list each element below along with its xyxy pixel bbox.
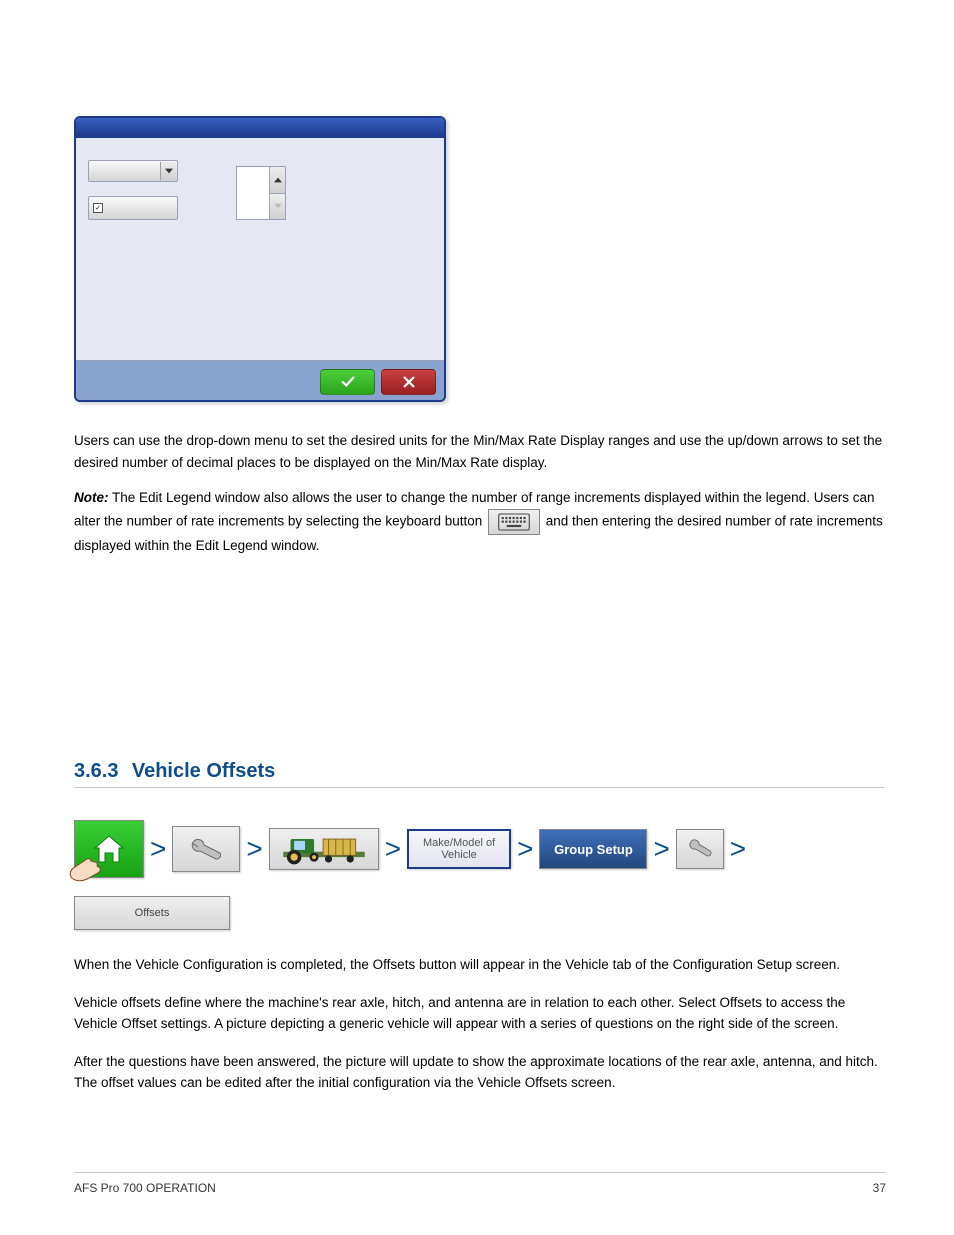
vehicle-model-tile[interactable]: Make/Model of Vehicle [407,829,511,869]
cancel-button[interactable] [381,369,436,395]
offsets-tile[interactable]: Offsets [74,896,230,930]
breadcrumb-separator: > [653,835,669,863]
section-header: 3.6.3 Vehicle Offsets [74,760,884,788]
dialog-body: ✓ [76,138,444,360]
breadcrumb-separator: > [150,835,166,863]
vehicle-tile[interactable] [269,828,379,870]
breadcrumb-separator: > [246,835,262,863]
chevron-down-icon [160,162,176,180]
tractor-icon [271,830,377,868]
section-number: 3.6.3 [74,760,118,782]
body-text: After the questions have been answered, … [74,1051,884,1094]
paragraph-block-2: When the Vehicle Configuration is comple… [74,954,884,1110]
body-text: Vehicle offsets define where the machine… [74,992,884,1035]
nav-breadcrumb: > > > Make/Model of Vehicle [74,820,884,930]
keyboard-icon [488,509,540,535]
ok-button[interactable] [320,369,375,395]
section-rule [74,787,884,788]
edit-legend-dialog: ✓ [74,116,446,402]
body-text: When the Vehicle Configuration is comple… [74,954,884,976]
home-button[interactable] [74,820,144,878]
checkbox-icon: ✓ [93,203,103,213]
group-setup-label: Group Setup [554,842,633,857]
settings-tile[interactable] [676,829,724,869]
dialog-titlebar [76,118,444,138]
vehicle-label-line1: Make/Model of [423,837,495,849]
note-text: Note: The Edit Legend window also allows… [74,487,884,556]
footer-doc-title: AFS Pro 700 OPERATION [74,1181,216,1195]
spinner-down-button[interactable] [270,193,285,220]
legend-checkbox[interactable]: ✓ [88,196,178,220]
breadcrumb-separator: > [385,835,401,863]
wrench-icon [186,837,226,861]
section-title: Vehicle Offsets [132,760,275,782]
dialog-footer [76,360,444,402]
footer-page-number: 37 [873,1181,886,1195]
breadcrumb-separator: > [730,835,746,863]
toolbox-button[interactable] [172,826,240,872]
paragraph-block-1: Users can use the drop-down menu to set … [74,430,884,570]
vehicle-label-line2: Vehicle [441,849,476,861]
group-setup-tile[interactable]: Group Setup [539,829,647,869]
breadcrumb-separator: > [517,835,533,863]
body-text: Users can use the drop-down menu to set … [74,430,884,473]
wrench-icon [686,839,714,859]
units-dropdown[interactable] [88,160,178,182]
decimals-spinner [236,166,286,220]
spinner-value[interactable] [237,167,269,219]
note-label: Note: [74,490,109,505]
spinner-up-button[interactable] [270,167,285,193]
pointing-hand-icon [65,849,105,883]
offsets-label: Offsets [135,907,170,919]
page-footer: AFS Pro 700 OPERATION 37 [74,1172,886,1195]
